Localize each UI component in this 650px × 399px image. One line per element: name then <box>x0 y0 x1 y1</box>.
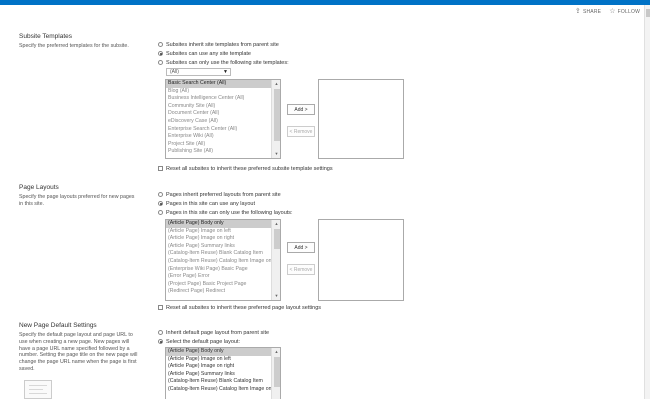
language-filter-select[interactable]: (All) ▼ <box>166 68 231 76</box>
section-title: New Page Default Settings <box>19 322 97 329</box>
list-item[interactable]: Enterprise Search Center (All) <box>166 126 271 134</box>
suite-bar <box>0 0 650 5</box>
available-templates-list[interactable]: Basic Search Center (All) Blog (All) Bus… <box>165 79 281 159</box>
section-description: Specify the preferred templates for the … <box>19 43 129 49</box>
reset-page-layouts-checkbox[interactable]: Reset all subsites to inherit these pref… <box>158 304 321 311</box>
list-item[interactable]: (Article Page) Image on left <box>166 356 271 364</box>
add-template-button[interactable]: Add > <box>287 104 315 115</box>
share-link[interactable]: ⇪ SHARE <box>575 8 601 15</box>
list-item[interactable]: (Article Page) Image on right <box>166 363 271 371</box>
selected-templates-list[interactable] <box>318 79 404 159</box>
radio-button[interactable] <box>158 51 163 56</box>
scroll-up-icon[interactable]: ▲ <box>272 220 280 228</box>
share-icon: ⇪ <box>574 8 581 15</box>
list-item[interactable]: Blog (All) <box>166 88 271 96</box>
scroll-down-icon[interactable]: ▼ <box>272 150 280 158</box>
section-title: Page Layouts <box>19 184 59 191</box>
list-item[interactable]: (Article Page) Summary links <box>166 243 271 251</box>
list-item[interactable]: (Redirect Page) Redirect <box>166 288 271 296</box>
select-value: (All) <box>170 69 179 75</box>
list-item[interactable]: (Enterprise Wiki Page) Basic Page <box>166 266 271 274</box>
reset-subsite-templates-checkbox[interactable]: Reset all subsites to inherit these pref… <box>158 165 333 172</box>
option-label: Subsites inherit site templates from par… <box>166 41 279 48</box>
radio-button[interactable] <box>158 339 163 344</box>
checkbox-label: Reset all subsites to inherit these pref… <box>166 165 333 172</box>
remove-layout-button[interactable]: < Remove <box>287 264 315 275</box>
list-scrollbar[interactable]: ▲ <box>271 348 280 399</box>
list-item[interactable]: (Error Page) Error <box>166 273 271 281</box>
option-label: Select the default page layout: <box>166 338 240 345</box>
layouts-only-following-option[interactable]: Pages in this site can only use the foll… <box>158 209 293 216</box>
list-item[interactable]: Business Intelligence Center (All) <box>166 95 271 103</box>
list-item[interactable]: (Catalog-Item Reuse) Catalog Item Image … <box>166 386 271 394</box>
page-layout-preview-icon <box>24 380 52 399</box>
option-label: Pages in this site can only use the foll… <box>166 209 293 216</box>
option-label: Subsites can only use the following site… <box>166 59 289 66</box>
checkbox[interactable] <box>158 166 163 171</box>
list-item[interactable]: eDiscovery Case (All) <box>166 118 271 126</box>
radio-button[interactable] <box>158 210 163 215</box>
checkbox-label: Reset all subsites to inherit these pref… <box>166 304 322 311</box>
scroll-up-icon[interactable]: ▲ <box>272 80 280 88</box>
list-scrollbar[interactable]: ▲ ▼ <box>271 80 280 158</box>
subsite-inherit-option[interactable]: Subsites inherit site templates from par… <box>158 41 279 48</box>
page-scrollbar[interactable] <box>644 5 650 399</box>
page-scroll-thumb[interactable] <box>646 9 650 17</box>
list-item[interactable]: (Article Page) Body only <box>166 220 271 228</box>
radio-button[interactable] <box>158 192 163 197</box>
list-item[interactable]: (Article Page) Body only <box>166 348 271 356</box>
list-item[interactable]: Enterprise Wiki (All) <box>166 133 271 141</box>
follow-link[interactable]: ☆ FOLLOW <box>609 8 640 15</box>
list-scrollbar[interactable]: ▲ ▼ <box>271 220 280 300</box>
dropdown-arrow-icon: ▼ <box>223 69 228 75</box>
radio-button[interactable] <box>158 330 163 335</box>
scroll-thumb[interactable] <box>273 357 280 387</box>
option-label: Subsites can use any site template <box>166 50 251 57</box>
section-title: Subsite Templates <box>19 33 72 40</box>
select-default-layout-option[interactable]: Select the default page layout: <box>158 338 240 345</box>
selected-layouts-list[interactable] <box>318 219 404 301</box>
option-label: Pages in this site can use any layout <box>166 200 255 207</box>
list-item[interactable]: (Catalog-Item Reuse) Catalog Item Image … <box>166 258 271 266</box>
follow-label: FOLLOW <box>617 8 640 15</box>
remove-template-button[interactable]: < Remove <box>287 126 315 137</box>
option-label: Pages inherit preferred layouts from par… <box>166 191 281 198</box>
list-item[interactable]: (Article Page) Summary links <box>166 371 271 379</box>
star-icon: ☆ <box>609 8 616 15</box>
list-item[interactable]: Project Site (All) <box>166 141 271 149</box>
list-item[interactable]: Community Site (All) <box>166 103 271 111</box>
checkbox[interactable] <box>158 305 163 310</box>
radio-button[interactable] <box>158 201 163 206</box>
list-item[interactable]: (Article Page) Image on left <box>166 228 271 236</box>
scroll-up-icon[interactable]: ▲ <box>272 348 280 356</box>
scroll-thumb[interactable] <box>273 229 280 249</box>
list-item[interactable]: (Catalog-Item Reuse) Blank Catalog Item <box>166 250 271 258</box>
subsite-any-option[interactable]: Subsites can use any site template <box>158 50 251 57</box>
section-description: Specify the page layouts preferred for n… <box>19 194 135 207</box>
inherit-default-layout-option[interactable]: Inherit default page layout from parent … <box>158 329 269 336</box>
available-layouts-list[interactable]: (Article Page) Body only (Article Page) … <box>165 219 281 301</box>
list-item[interactable]: Document Center (All) <box>166 110 271 118</box>
option-label: Inherit default page layout from parent … <box>166 329 270 336</box>
layouts-any-option[interactable]: Pages in this site can use any layout <box>158 200 255 207</box>
default-layout-list[interactable]: (Article Page) Body only (Article Page) … <box>165 347 281 399</box>
scroll-thumb[interactable] <box>273 89 280 141</box>
page-actions: ⇪ SHARE ☆ FOLLOW <box>575 8 640 15</box>
list-item[interactable]: Basic Search Center (All) <box>166 80 271 88</box>
list-item[interactable]: (Project Page) Basic Project Page <box>166 281 271 289</box>
list-item[interactable]: (Catalog-Item Reuse) Blank Catalog Item <box>166 378 271 386</box>
add-layout-button[interactable]: Add > <box>287 242 315 253</box>
list-item[interactable]: (Article Page) Image on right <box>166 235 271 243</box>
share-label: SHARE <box>582 8 602 15</box>
radio-button[interactable] <box>158 60 163 65</box>
radio-button[interactable] <box>158 42 163 47</box>
layouts-inherit-option[interactable]: Pages inherit preferred layouts from par… <box>158 191 281 198</box>
scroll-down-icon[interactable]: ▼ <box>272 292 280 300</box>
section-description: Specify the default page layout and page… <box>19 332 138 372</box>
subsite-only-following-option[interactable]: Subsites can only use the following site… <box>158 59 289 66</box>
list-item[interactable]: Publishing Site (All) <box>166 148 271 156</box>
